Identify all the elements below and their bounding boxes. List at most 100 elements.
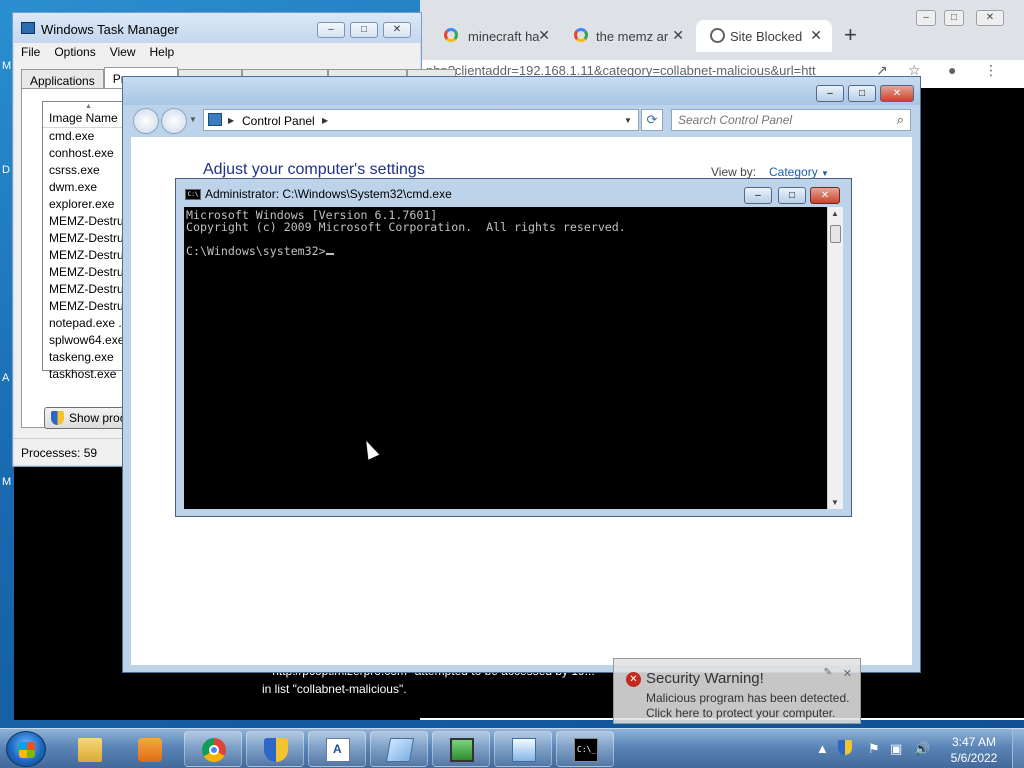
maximize-button[interactable]: □: [350, 22, 378, 38]
maximize-icon[interactable]: □: [944, 10, 964, 26]
page-title: Adjust your computer's settings: [203, 161, 425, 178]
shield-icon: [264, 738, 288, 762]
system-clock[interactable]: 3:47 AM 5/6/2022: [944, 734, 1004, 766]
cmd-window: C:\ Administrator: C:\Windows\System32\c…: [175, 178, 852, 517]
chrome-icon: [202, 738, 226, 762]
scroll-thumb[interactable]: [830, 225, 841, 243]
process-row[interactable]: explorer.exe: [43, 196, 131, 213]
close-button[interactable]: ✕: [880, 85, 914, 102]
close-button[interactable]: ✕: [383, 22, 411, 38]
process-row[interactable]: taskeng.exe: [43, 349, 131, 366]
minimize-button[interactable]: –: [317, 22, 345, 38]
process-row[interactable]: notepad.exe ...: [43, 315, 131, 332]
action-center-flag-icon[interactable]: ⚑: [868, 741, 880, 757]
close-tab-icon[interactable]: ✕: [672, 27, 684, 44]
taskbar-notepad[interactable]: [370, 731, 428, 767]
control-panel-titlebar[interactable]: – □ ✕: [123, 77, 920, 105]
process-row[interactable]: taskhost.exe: [43, 366, 131, 383]
close-icon[interactable]: ✕: [843, 667, 852, 680]
pin-icon[interactable]: ✎: [824, 667, 832, 678]
taskbar-explorer[interactable]: [60, 731, 118, 767]
task-manager-icon: [21, 22, 35, 34]
process-row[interactable]: MEMZ-Destru...: [43, 230, 131, 247]
sort-arrow-icon: ▲: [85, 103, 92, 110]
menu-options[interactable]: Options: [54, 45, 95, 59]
process-row[interactable]: conhost.exe: [43, 145, 131, 162]
menu-file[interactable]: File: [21, 45, 40, 59]
chrome-tab-site-blocked[interactable]: Site Blocked ✕: [696, 20, 832, 52]
desktop-icon-label: A: [2, 372, 10, 384]
maximize-button[interactable]: □: [848, 85, 876, 102]
show-desktop-button[interactable]: [1012, 729, 1024, 768]
close-tab-icon[interactable]: ✕: [538, 27, 550, 44]
desktop-icon-label: M: [2, 60, 12, 72]
breadcrumb-control-panel[interactable]: Control Panel: [242, 114, 315, 128]
volume-icon[interactable]: 🔊: [914, 741, 930, 757]
process-row[interactable]: MEMZ-Destru...: [43, 264, 131, 281]
console-prompt: C:\Windows\system32>: [186, 244, 326, 258]
warning-message: Malicious program has been detected.: [646, 691, 850, 705]
column-header-image-name[interactable]: ▲ Image Name: [43, 102, 131, 128]
menu-kebab-icon[interactable]: ⋮: [984, 62, 998, 79]
scroll-down-icon[interactable]: ▼: [831, 498, 839, 507]
process-row[interactable]: MEMZ-Destru...: [43, 213, 131, 230]
refresh-icon[interactable]: ⟳: [641, 109, 663, 131]
security-shield-icon[interactable]: [838, 740, 852, 755]
address-dropdown-icon[interactable]: ▼: [624, 116, 632, 125]
error-icon: ✕: [626, 672, 641, 687]
taskbar-media-player[interactable]: [120, 731, 178, 767]
taskbar-cmd[interactable]: C:\_: [556, 731, 614, 767]
maximize-button[interactable]: □: [778, 187, 806, 204]
tab-label: Site Blocked: [730, 28, 803, 44]
minimize-icon[interactable]: –: [916, 10, 936, 26]
taskbar-task-manager[interactable]: [432, 731, 490, 767]
process-row[interactable]: dwm.exe: [43, 179, 131, 196]
back-button[interactable]: [133, 108, 159, 134]
profile-icon[interactable]: ●: [948, 62, 956, 78]
minimize-button[interactable]: –: [744, 187, 772, 204]
chrome-tab-memz[interactable]: the memz ar ✕: [560, 20, 694, 52]
warning-link[interactable]: Click here to protect your computer.: [646, 706, 835, 720]
process-row[interactable]: csrss.exe: [43, 162, 131, 179]
process-row[interactable]: MEMZ-Destru...: [43, 298, 131, 315]
windows-logo-icon: [19, 742, 35, 758]
taskbar-security[interactable]: [246, 731, 304, 767]
scroll-up-icon[interactable]: ▲: [831, 209, 839, 218]
menu-help[interactable]: Help: [150, 45, 175, 59]
new-tab-icon[interactable]: +: [844, 22, 857, 48]
folder-icon: [78, 738, 102, 762]
console-area[interactable]: Microsoft Windows [Version 6.1.7601] Cop…: [184, 207, 827, 509]
process-list[interactable]: ▲ Image Name cmd.exe conhost.exe csrss.e…: [42, 101, 132, 381]
taskbar-wordpad[interactable]: [308, 731, 366, 767]
address-bar[interactable]: ▶ Control Panel ▶ ▼: [203, 109, 639, 131]
search-box[interactable]: ⌕: [671, 109, 911, 131]
security-warning-popup[interactable]: ✕ Security Warning! Malicious program ha…: [613, 658, 861, 724]
process-row[interactable]: MEMZ-Destru...: [43, 281, 131, 298]
breadcrumb-arrow-icon[interactable]: ▶: [322, 116, 328, 125]
process-row[interactable]: cmd.exe: [43, 128, 131, 145]
chrome-tab-minecraft[interactable]: minecraft ha ✕: [424, 20, 560, 52]
start-button[interactable]: [6, 731, 46, 767]
taskbar-chrome[interactable]: [184, 731, 242, 767]
task-manager-titlebar[interactable]: Windows Task Manager – □ ✕: [13, 13, 421, 43]
show-hidden-icons-icon[interactable]: ▲: [816, 741, 829, 756]
breadcrumb-arrow-icon[interactable]: ▶: [228, 116, 234, 125]
close-tab-icon[interactable]: ✕: [810, 27, 822, 44]
search-input[interactable]: [678, 111, 888, 129]
vertical-scrollbar[interactable]: ▲ ▼: [827, 207, 843, 509]
close-icon[interactable]: ✕: [976, 10, 1004, 26]
network-icon[interactable]: ▣: [890, 741, 902, 757]
process-row[interactable]: splwow64.exe: [43, 332, 131, 349]
forward-button[interactable]: [161, 108, 187, 134]
chevron-down-icon: ▼: [821, 169, 829, 178]
close-button[interactable]: ✕: [810, 187, 840, 204]
recent-pages-chevron-icon[interactable]: ▼: [189, 115, 197, 124]
tab-applications[interactable]: Applications: [21, 69, 104, 89]
process-row[interactable]: MEMZ-Destru...: [43, 247, 131, 264]
minimize-button[interactable]: –: [816, 85, 844, 102]
view-by-dropdown[interactable]: Category ▼: [769, 165, 829, 179]
taskbar-control-panel[interactable]: [494, 731, 552, 767]
search-icon[interactable]: ⌕: [897, 112, 904, 128]
menu-view[interactable]: View: [110, 45, 136, 59]
cmd-titlebar[interactable]: C:\ Administrator: C:\Windows\System32\c…: [176, 179, 851, 207]
